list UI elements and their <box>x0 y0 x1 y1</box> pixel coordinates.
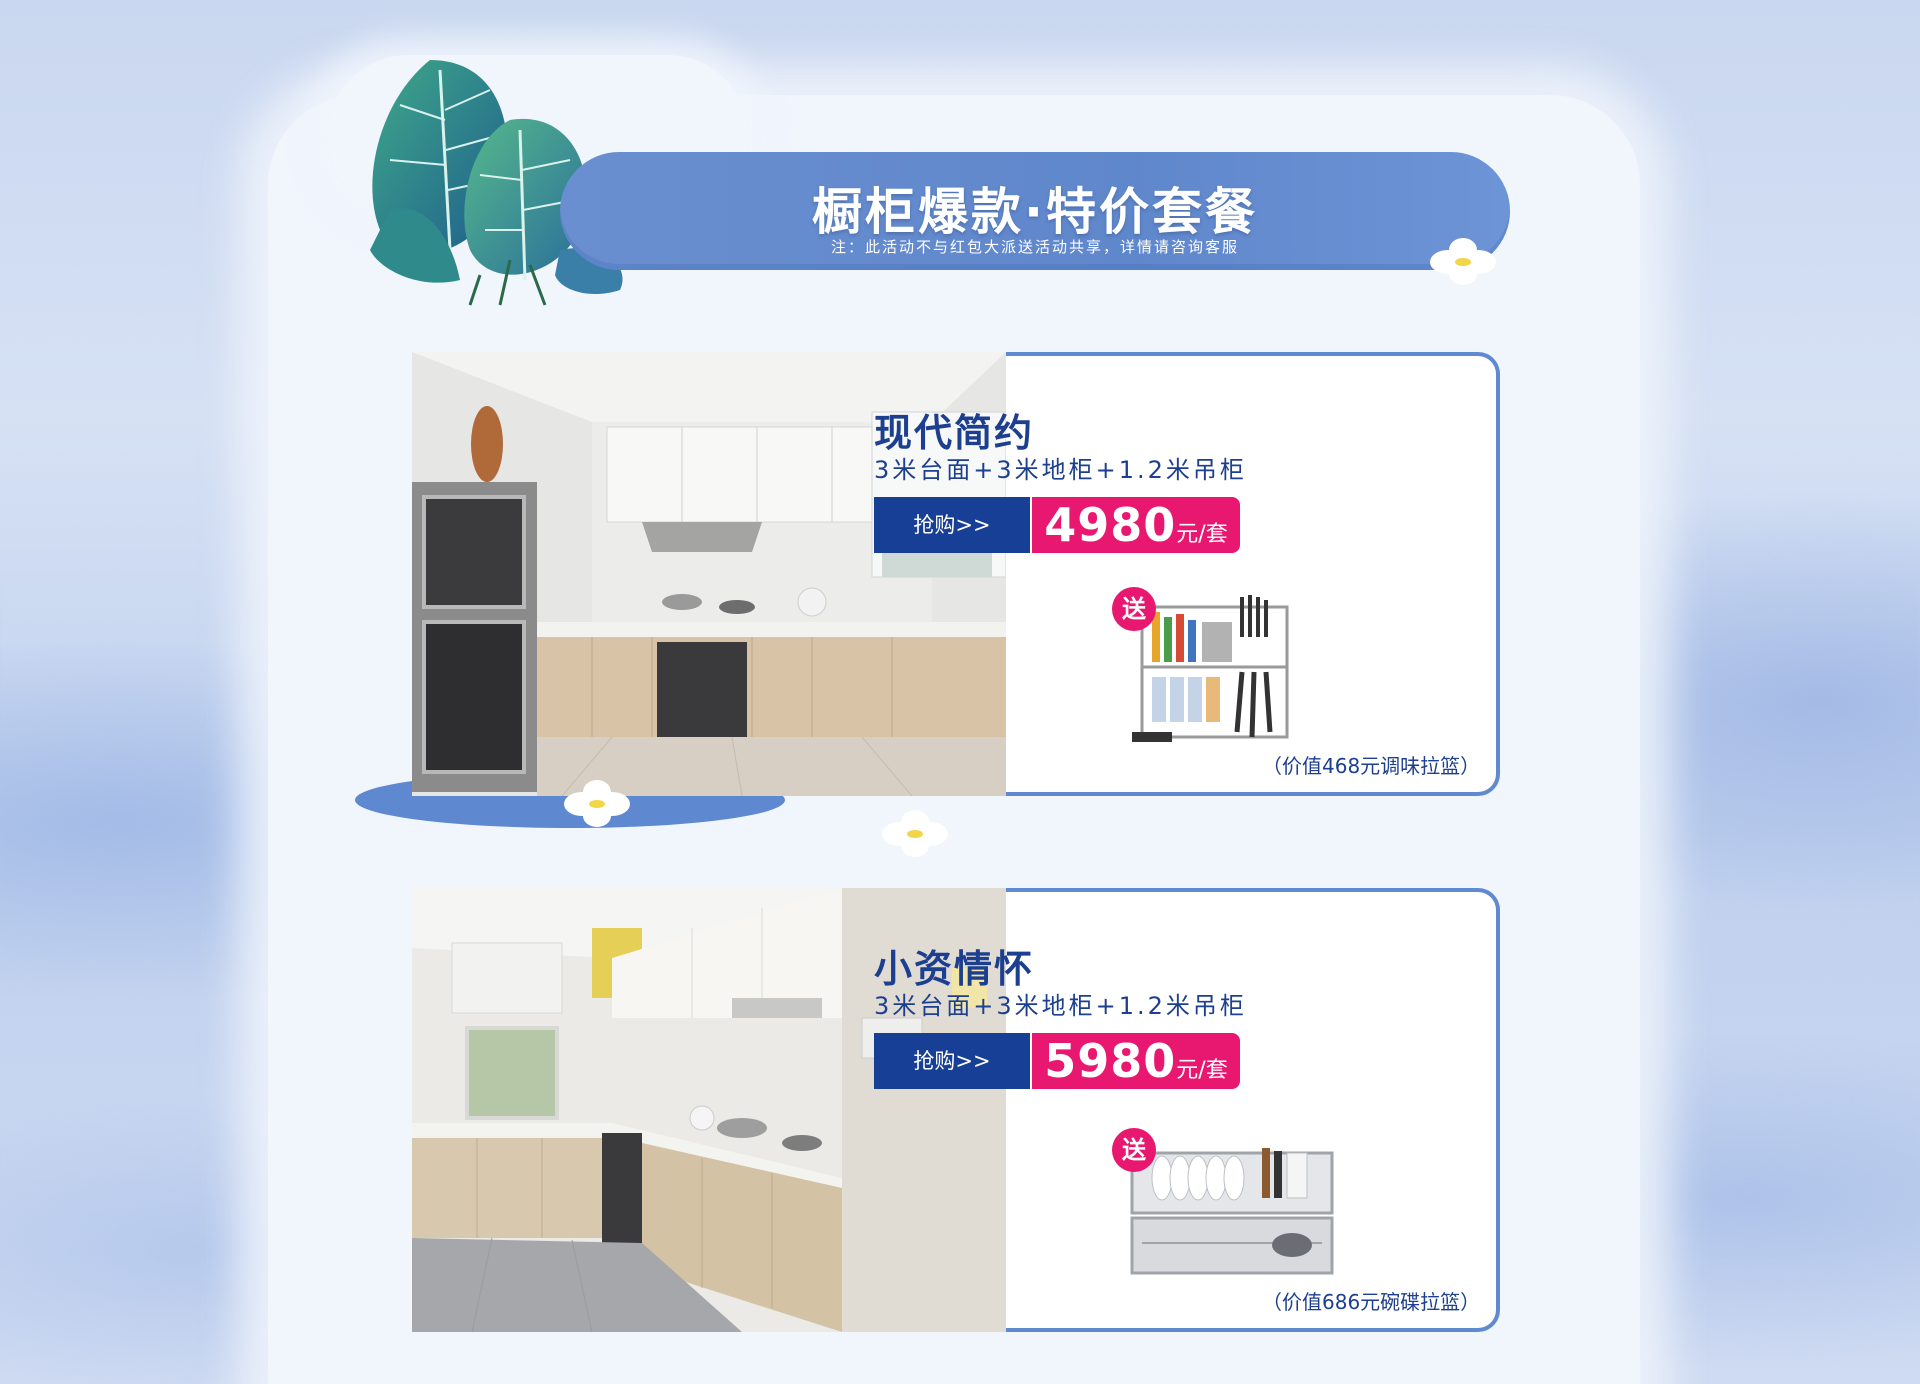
header-banner: 橱柜爆款·特价套餐 注：此活动不与红包大派送活动共享，详情请咨询客服 <box>560 152 1510 270</box>
gift-badge: 送 <box>1112 1128 1156 1172</box>
product-name: 小资情怀 <box>874 947 1035 991</box>
price-tag: 4980元/套 <box>1032 497 1240 553</box>
banner-title: 橱柜爆款·特价套餐 <box>812 183 1258 241</box>
product-spec: 3米台面+3米地柜+1.2米吊柜 <box>874 992 1247 1020</box>
gift-value: （价值686元碗碟拉篮） <box>1262 1290 1481 1314</box>
product-card: 现代简约 3米台面+3米地柜+1.2米吊柜 抢购>> 4980元/套 送 （价值… <box>412 352 1500 796</box>
price-value: 4980 <box>1044 498 1177 552</box>
gift-badge: 送 <box>1112 587 1156 631</box>
price-unit: 元/套 <box>1176 522 1228 547</box>
price-value: 5980 <box>1044 1034 1177 1088</box>
product-card: 小资情怀 3米台面+3米地柜+1.2米吊柜 抢购>> 5980元/套 送 （价值… <box>412 888 1500 1332</box>
buy-button[interactable]: 抢购>> <box>874 1033 1030 1089</box>
product-spec: 3米台面+3米地柜+1.2米吊柜 <box>874 456 1247 484</box>
flower-icon <box>882 810 948 857</box>
buy-button[interactable]: 抢购>> <box>874 497 1030 553</box>
price-unit: 元/套 <box>1176 1058 1228 1083</box>
gift-value: （价值468元调味拉篮） <box>1262 754 1481 778</box>
banner-note: 注：此活动不与红包大派送活动共享，详情请咨询客服 <box>830 238 1239 256</box>
product-name: 现代简约 <box>874 411 1035 455</box>
price-tag: 5980元/套 <box>1032 1033 1240 1089</box>
flower-icon <box>1430 238 1496 285</box>
flower-icon <box>564 780 630 827</box>
